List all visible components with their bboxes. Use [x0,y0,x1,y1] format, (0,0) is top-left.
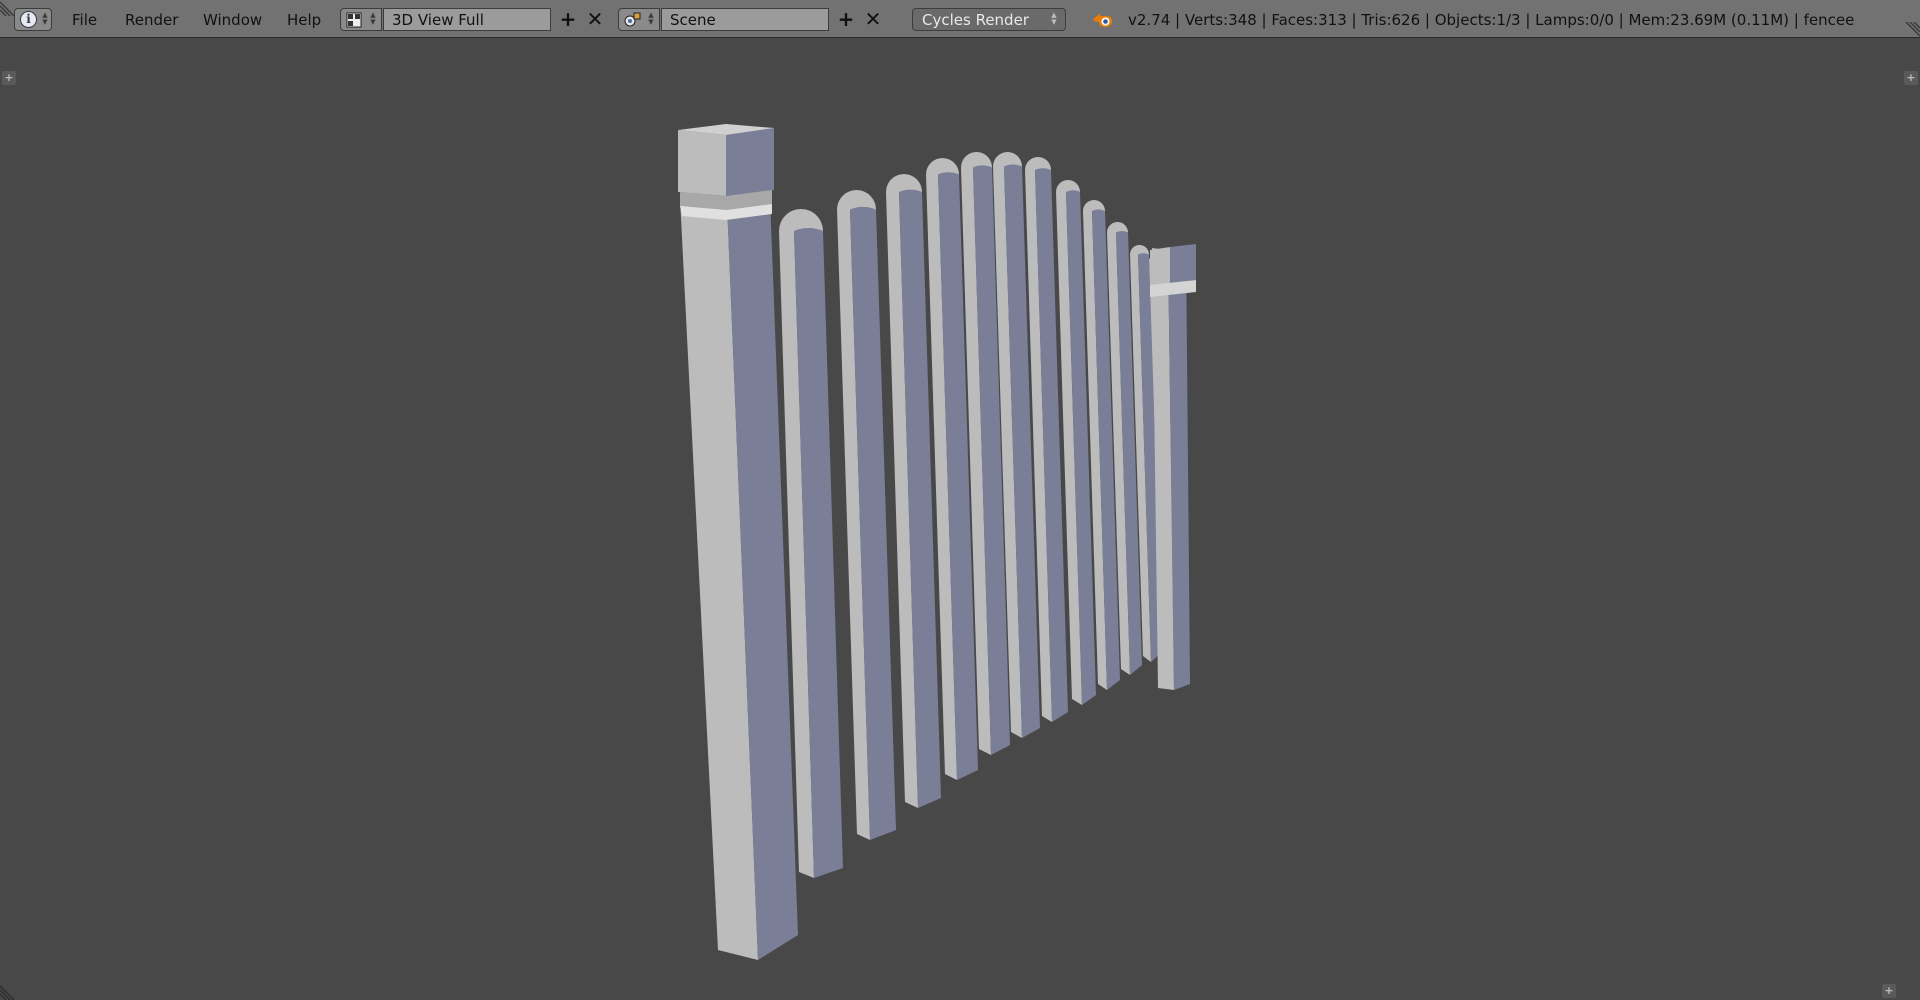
scene-statistics: v2.74 | Verts:348 | Faces:313 | Tris:626… [1128,11,1855,29]
updown-arrow-icon: ▲ ▼ [370,11,376,26]
updown-arrow-icon: ▲ ▼ [42,11,48,26]
plus-icon: + [559,7,577,31]
fence-picket-top [886,174,922,192]
fence-picket-top [993,152,1022,167]
menu-file[interactable]: File [72,11,97,29]
fence-picket-top [837,190,876,210]
render-engine-dropdown[interactable]: Cycles Render ▲ ▼ [912,8,1066,31]
fence-picket-top [961,152,992,168]
screen-layout-selector[interactable]: ▲ ▼ [340,8,382,31]
fence-picket-top [1107,222,1128,233]
editor-type-button[interactable]: i ▲ ▼ [14,8,52,31]
scene-name-field[interactable]: Scene [661,8,829,31]
fence-picket-top [1056,180,1080,192]
menu-render[interactable]: Render [125,11,178,29]
render-engine-label: Cycles Render [922,11,1029,29]
fence-post-back-cap-front [1170,244,1196,283]
fence-post-back-cap [1150,247,1170,285]
x-icon: ✕ [586,7,604,31]
fence-picket-top [926,158,959,175]
menu-window[interactable]: Window [203,11,262,29]
screen-layout-icon [346,12,362,28]
fence-post-front-cap-front [726,128,774,196]
fence-mesh[interactable] [0,39,1920,1000]
area-corner-handle[interactable] [1904,22,1920,38]
scene-icon [624,12,641,27]
updown-arrow-icon: ▲ ▼ [1051,11,1057,26]
scene-selector[interactable]: ▲ ▼ [618,8,660,31]
fence-picket-top [1130,245,1149,255]
add-scene-button[interactable]: + [833,8,859,31]
updown-arrow-icon: ▲ ▼ [648,11,654,26]
info-header: i ▲ ▼ File Render Window Help ▲ ▼ 3D View … [0,0,1920,38]
blender-logo-icon [1093,13,1112,27]
remove-scene-button[interactable]: ✕ [860,8,886,31]
fence-picket-top [1025,157,1051,170]
screen-layout-name-field[interactable]: 3D View Full [383,8,551,31]
add-screen-button[interactable]: + [555,8,581,31]
x-icon: ✕ [864,7,882,31]
fence-post-front-cap [678,130,726,196]
menu-help[interactable]: Help [287,11,321,29]
3d-viewport[interactable]: + + + [0,39,1920,1000]
info-icon: i [20,11,37,28]
fence-picket-top [779,209,823,231]
remove-screen-button[interactable]: ✕ [582,8,608,31]
plus-icon: + [837,7,855,31]
fence-picket-top [1083,200,1105,211]
